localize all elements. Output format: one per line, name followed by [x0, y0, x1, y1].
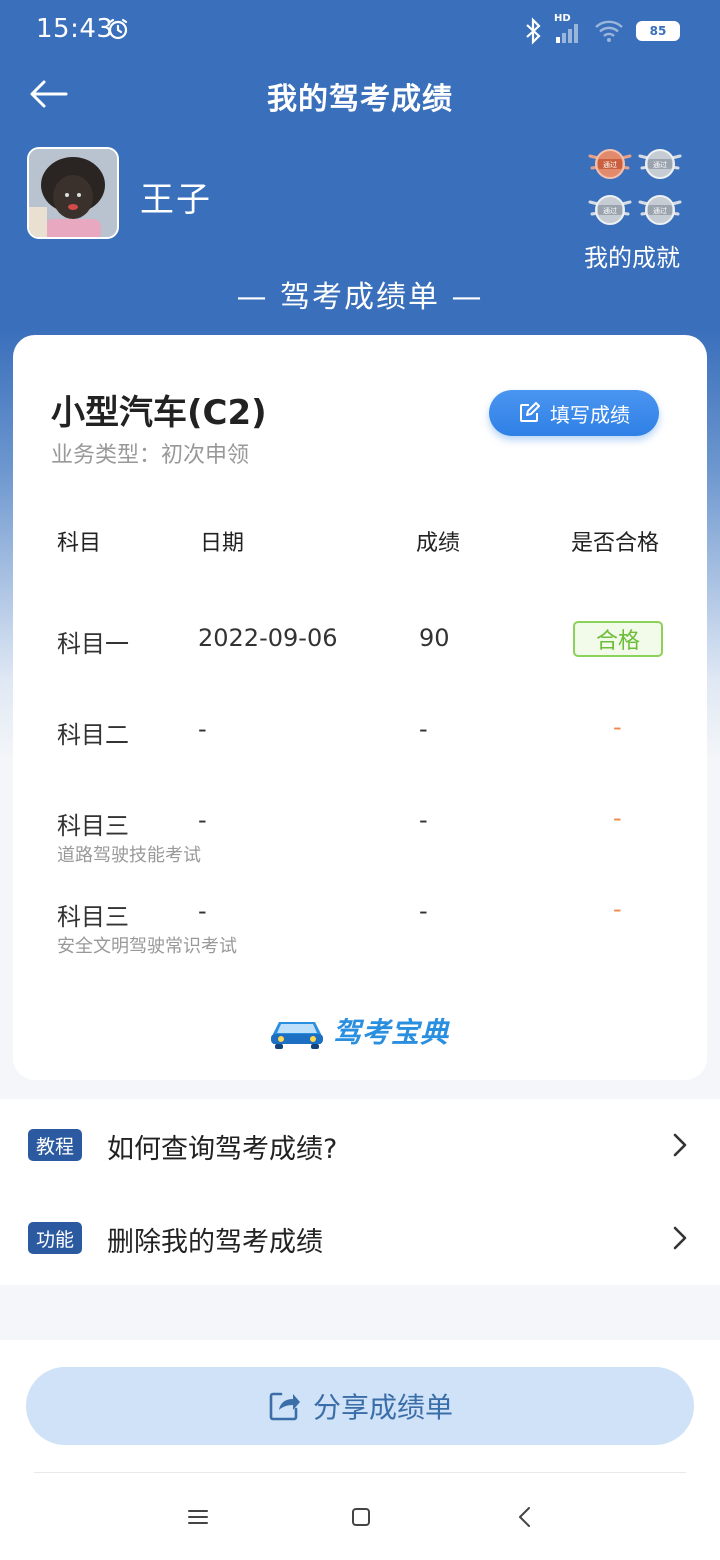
avatar[interactable]: [27, 147, 119, 239]
fill-score-button[interactable]: 填写成绩: [489, 390, 659, 436]
top-bar: 我的驾考成绩: [0, 62, 720, 126]
chevron-right-icon: [673, 1133, 687, 1157]
row-date: 2022-09-06: [198, 624, 338, 652]
bronze-badge-icon: 通过: [588, 149, 632, 179]
achievements-link[interactable]: 我的成就: [584, 238, 680, 273]
delete-score-row[interactable]: 功能 删除我的驾考成绩: [0, 1192, 720, 1285]
column-header-passed: 是否合格: [571, 531, 660, 556]
status-icons: HD 85: [524, 13, 680, 48]
wifi-icon: [595, 20, 623, 42]
tutorial-link-row[interactable]: 教程 如何查询驾考成绩?: [0, 1099, 720, 1192]
vehicle-type: 小型汽车(C2): [51, 393, 267, 433]
score-card: 小型汽车(C2) 业务类型：初次申领 填写成绩 科目 日期 成绩 是否合格 科目…: [13, 335, 707, 1080]
column-header-date: 日期: [200, 531, 245, 556]
row-result: -: [613, 895, 622, 923]
delete-score-text: 删除我的驾考成绩: [107, 1227, 323, 1258]
row-subject: 科目三: [57, 812, 129, 840]
divider: [34, 1472, 686, 1473]
status-bar: 15:43 HD 85: [0, 0, 720, 62]
row-date: -: [198, 715, 207, 743]
home-nav-icon[interactable]: [349, 1505, 373, 1529]
edit-icon: [520, 402, 540, 422]
row-result: -: [613, 804, 622, 832]
chevron-right-icon: [673, 1226, 687, 1250]
status-time: 15:43: [36, 14, 114, 44]
score-sheet-title: — 驾考成绩单 —: [236, 280, 484, 315]
pass-status-badge: 合格: [573, 621, 663, 657]
row-subject-note: 安全文明驾驶常识考试: [57, 936, 237, 957]
bottom-panel: 分享成绩单: [0, 1340, 720, 1560]
link-list: 教程 如何查询驾考成绩? 功能 删除我的驾考成绩: [0, 1099, 720, 1285]
tutorial-tag: 教程: [28, 1129, 82, 1161]
back-nav-icon[interactable]: [513, 1505, 537, 1529]
share-score-button[interactable]: 分享成绩单: [26, 1367, 694, 1445]
silver-badge-icon: 通过: [638, 149, 682, 179]
share-label: 分享成绩单: [312, 1391, 453, 1424]
badge-label: 通过: [603, 206, 617, 215]
row-subject: 科目三: [57, 903, 129, 931]
achievement-badges[interactable]: 通过 通过 通过 通过: [588, 146, 688, 236]
menu-nav-icon[interactable]: [186, 1505, 210, 1529]
tutorial-link-text: 如何查询驾考成绩?: [107, 1134, 338, 1165]
row-score: 90: [419, 624, 450, 652]
row-date: -: [198, 806, 207, 834]
row-score: -: [419, 897, 428, 925]
page-title: 我的驾考成绩: [267, 82, 453, 117]
bluetooth-icon: [526, 17, 541, 45]
car-logo-icon: [271, 1022, 323, 1049]
silver-badge-icon: 通过: [588, 195, 632, 225]
battery-indicator: 85: [636, 21, 680, 41]
row-subject: 科目二: [57, 721, 129, 749]
column-header-subject: 科目: [57, 531, 102, 556]
badge-label: 通过: [653, 160, 667, 169]
silver-badge-icon: 通过: [638, 195, 682, 225]
brand-logo: 驾考宝典: [267, 1011, 449, 1051]
row-result: -: [613, 713, 622, 741]
share-icon: [269, 1392, 300, 1421]
username: 王子: [140, 180, 212, 220]
row-score: -: [419, 715, 428, 743]
row-date: -: [198, 897, 207, 925]
row-subject-note: 道路驾驶技能考试: [57, 845, 201, 866]
brand-name: 驾考宝典: [333, 1016, 450, 1049]
business-type: 业务类型：初次申领: [51, 443, 250, 468]
function-tag: 功能: [28, 1222, 82, 1254]
avatar-photo: [29, 149, 117, 237]
badge-label: 通过: [653, 206, 667, 215]
alarm-icon: [108, 18, 128, 40]
fill-score-label: 填写成绩: [550, 402, 630, 427]
column-header-score: 成绩: [416, 531, 461, 556]
row-score: -: [419, 806, 428, 834]
row-subject: 科目一: [57, 630, 129, 658]
badge-label: 通过: [603, 160, 617, 169]
signal-icon: HD: [554, 13, 582, 45]
